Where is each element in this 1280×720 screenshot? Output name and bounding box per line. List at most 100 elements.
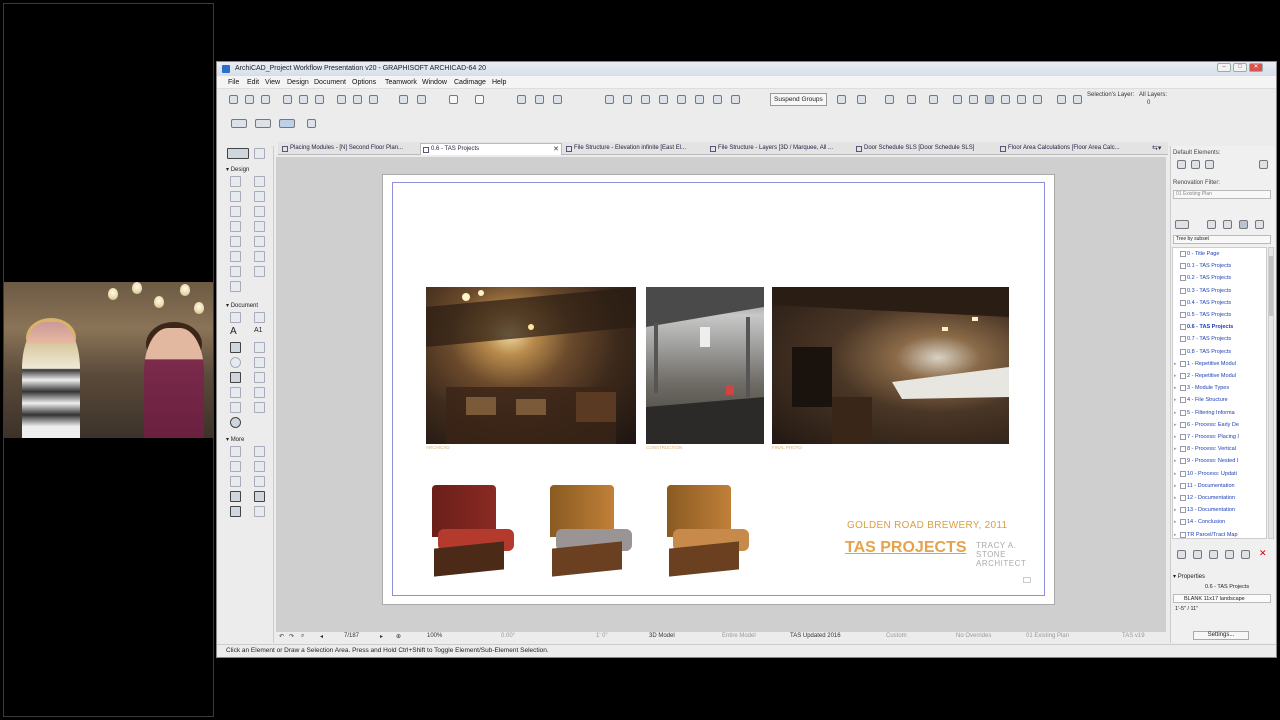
- menu-document[interactable]: Document: [314, 79, 346, 86]
- dimension-tool[interactable]: [230, 312, 241, 323]
- snap-icon[interactable]: [417, 95, 426, 104]
- split-icon[interactable]: [623, 95, 632, 104]
- curtain-wall-tool[interactable]: [230, 251, 241, 262]
- tree-item[interactable]: ▸ 1 - Repetitive Modul: [1174, 360, 1236, 367]
- worksheet-tool[interactable]: [230, 402, 241, 413]
- undo-view-icon[interactable]: ↶: [279, 633, 284, 640]
- tree-item[interactable]: 0.2 - TAS Projects: [1180, 275, 1231, 282]
- tree-item[interactable]: 0.5 - TAS Projects: [1180, 312, 1231, 318]
- tab-floor-area[interactable]: Floor Area Calculations [Floor Area Calc…: [998, 143, 1148, 155]
- tree-item[interactable]: ▸ 5 - Filtering Informa: [1174, 409, 1235, 416]
- tree-item[interactable]: 0.4 - TAS Projects: [1180, 299, 1231, 306]
- layout-canvas[interactable]: ARCHICAD CONSTRUCTION FINAL PHOTO GOLDEN…: [276, 157, 1166, 632]
- zoom-value[interactable]: 100%: [427, 633, 442, 639]
- slab-tool[interactable]: [254, 206, 265, 217]
- redo-icon[interactable]: [261, 95, 270, 104]
- text-tool[interactable]: A: [230, 327, 241, 338]
- grid-icon[interactable]: [399, 95, 408, 104]
- minimize-button[interactable]: –: [1217, 63, 1231, 72]
- view-map-icon[interactable]: [985, 95, 994, 104]
- save-icon[interactable]: [229, 95, 238, 104]
- tree-item[interactable]: 0 - Title Page: [1180, 251, 1219, 257]
- tree-item[interactable]: ▸ 2 - Repetitive Modul: [1174, 373, 1236, 379]
- maximize-button[interactable]: □: [1233, 63, 1247, 72]
- zone-tool[interactable]: [254, 266, 265, 277]
- element-info-icon[interactable]: [907, 95, 916, 104]
- lamp-tool[interactable]: [230, 446, 241, 457]
- expand-arrow-icon[interactable]: ▸: [1174, 483, 1177, 489]
- expand-arrow-icon[interactable]: ▸: [1174, 458, 1177, 464]
- tree-item[interactable]: 0.7 - TAS Projects: [1180, 336, 1231, 343]
- drawing-tool[interactable]: [230, 372, 241, 383]
- menu-design[interactable]: Design: [287, 79, 309, 86]
- publish-icon[interactable]: [1225, 550, 1234, 559]
- settings-icon[interactable]: [1241, 550, 1250, 559]
- hotspot-tool[interactable]: [254, 491, 265, 502]
- tree-item[interactable]: 0.3 - TAS Projects: [1180, 287, 1231, 294]
- eyedropper-icon[interactable]: [299, 95, 308, 104]
- stair-tool[interactable]: [230, 221, 241, 232]
- page-indicator[interactable]: 7/187: [344, 633, 359, 639]
- property-master-layout[interactable]: BLANK 11x17 landscape: [1173, 594, 1271, 603]
- expand-arrow-icon[interactable]: ▸: [1174, 410, 1177, 416]
- zoom-icon[interactable]: ⊕: [396, 633, 401, 640]
- tree-item[interactable]: 0.1 - TAS Projects: [1180, 263, 1231, 270]
- tab-tas-projects[interactable]: 0.6 - TAS Projects ✕: [420, 143, 562, 155]
- expand-arrow-icon[interactable]: ▸: [1174, 507, 1177, 513]
- column-tool[interactable]: [254, 191, 265, 202]
- renovation-filter-select[interactable]: 01 Existing Plan: [1173, 190, 1271, 199]
- suspend-groups-button[interactable]: Suspend Groups: [770, 93, 827, 106]
- arrow-tool[interactable]: [227, 148, 249, 159]
- label-tool[interactable]: A1: [254, 327, 265, 338]
- lock-icon[interactable]: [553, 95, 562, 104]
- tree-item[interactable]: ▸ 14 - Conclusion: [1174, 519, 1225, 526]
- tab-placing-modules[interactable]: Placing Modules - [N] Second Floor Plan.…: [280, 143, 416, 155]
- tab-file-structure-elevation[interactable]: File Structure - Elevation infinite [Eas…: [564, 143, 704, 155]
- marquee-tool[interactable]: [254, 148, 265, 159]
- tree-item[interactable]: ▸ 3 - Module Types: [1174, 385, 1229, 392]
- magic-wand-icon[interactable]: [857, 95, 866, 104]
- grid-tool[interactable]: [230, 461, 241, 472]
- polyline-tool[interactable]: [254, 357, 265, 368]
- pointer-icon[interactable]: [307, 119, 316, 128]
- tree-item[interactable]: ▸ 13 - Documentation: [1174, 507, 1235, 514]
- model-view-option[interactable]: 3D Model: [649, 633, 675, 639]
- undo-icon[interactable]: [245, 95, 254, 104]
- morph-tool[interactable]: [254, 251, 265, 262]
- menu-cadimage[interactable]: Cadimage: [454, 79, 486, 86]
- explode-icon[interactable]: [713, 95, 722, 104]
- expand-arrow-icon[interactable]: ▸: [1174, 471, 1177, 477]
- window-tool[interactable]: [230, 191, 241, 202]
- line-tool[interactable]: [254, 342, 265, 353]
- layers-icon[interactable]: [517, 95, 526, 104]
- angle-value[interactable]: 0.00°: [501, 633, 515, 639]
- publisher-icon[interactable]: [1255, 220, 1264, 229]
- edit-pencil-icon[interactable]: [837, 95, 846, 104]
- element-default-icon[interactable]: [1259, 160, 1268, 169]
- fit-view-icon[interactable]: ⌕: [301, 633, 304, 640]
- rotate-icon[interactable]: [1057, 95, 1066, 104]
- layer-combination[interactable]: TAS Updated 2016: [790, 633, 841, 639]
- new-item-icon[interactable]: [1177, 550, 1186, 559]
- menu-window[interactable]: Window: [422, 79, 447, 86]
- expand-arrow-icon[interactable]: ▸: [1174, 361, 1177, 367]
- tree-item[interactable]: ▸ 11 - Documentation: [1174, 482, 1235, 489]
- align-top-icon[interactable]: [337, 95, 346, 104]
- mvo-setting[interactable]: TAS v19: [1122, 633, 1145, 639]
- tree-item[interactable]: ▸ 4 - File Structure: [1174, 397, 1228, 404]
- structure-display[interactable]: Entire Model: [722, 633, 756, 639]
- favorites-star-icon[interactable]: [885, 95, 894, 104]
- expand-arrow-icon[interactable]: ▸: [1174, 434, 1177, 440]
- expand-arrow-icon[interactable]: ▸: [1174, 519, 1177, 525]
- mirror-icon[interactable]: [1073, 95, 1082, 104]
- expand-arrow-icon[interactable]: ▸: [1174, 397, 1177, 403]
- tab-door-schedule[interactable]: Door Schedule SLS [Door Schedule SLS]: [854, 143, 994, 155]
- shell-tool[interactable]: [254, 236, 265, 247]
- project-map-icon[interactable]: [1207, 220, 1216, 229]
- element-default-icon[interactable]: [1205, 160, 1214, 169]
- mesh-tool[interactable]: [230, 281, 241, 292]
- globe-icon[interactable]: [929, 95, 938, 104]
- renovation-filter[interactable]: 01 Existing Plan: [1026, 633, 1069, 639]
- object-tool[interactable]: [230, 266, 241, 277]
- section-icon[interactable]: [1001, 95, 1010, 104]
